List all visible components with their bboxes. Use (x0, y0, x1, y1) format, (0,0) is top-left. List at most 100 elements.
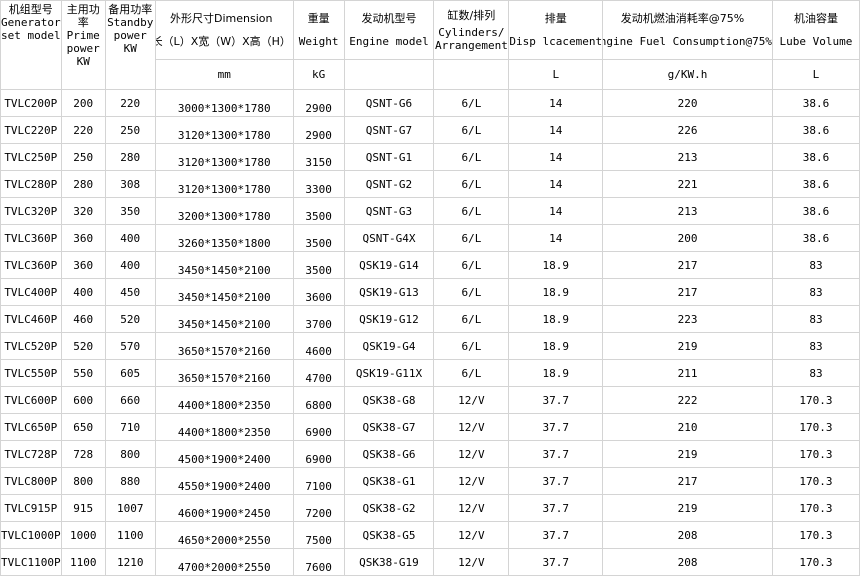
header-lube: 机油容量 Lube Volume (771, 0, 860, 60)
cell-prime: 400 (60, 278, 106, 306)
cell-dimension: 4400*1800*2350 (154, 386, 294, 414)
cell-prime: 320 (60, 197, 106, 225)
cell-prime: 1100 (60, 548, 106, 576)
cell-prime: 915 (60, 494, 106, 522)
cell-displacement: 37.7 (508, 440, 604, 468)
cell-lube: 170.3 (771, 413, 860, 441)
cell-standby: 1100 (104, 521, 156, 549)
cell-engine: QSK19-G13 (343, 278, 435, 306)
cell-lube: 170.3 (771, 521, 860, 549)
header-row: 机组型号 Generator set model 主用功率 Prime powe… (0, 0, 860, 90)
cell-displacement: 37.7 (508, 386, 604, 414)
cell-engine: QSNT-G7 (343, 116, 435, 144)
header-dimension-title: 外形尺寸Dimension (170, 12, 273, 25)
table-row: TVLC360P 360 400 3450*1450*2100 3500 QSK19-G1… (0, 251, 860, 279)
cell-model: TVLC915P (0, 494, 62, 522)
header-model-cn: 机组型号 (8, 3, 53, 16)
cell-lube: 170.3 (771, 440, 860, 468)
cell-cylinders: 6/L (433, 197, 510, 225)
cell-fuel: 222 (602, 386, 773, 414)
cell-weight: 3300 (292, 170, 345, 198)
cell-cylinders: 6/L (433, 251, 510, 279)
cell-dimension: 4700*2000*2550 (154, 548, 294, 576)
table-row: TVLC460P 460 520 3450*1450*2100 3700 QSK19-G1… (0, 305, 860, 333)
cell-standby: 570 (104, 332, 156, 360)
table-row: TVLC400P 400 450 3450*1450*2100 3600 QSK19-G1… (0, 278, 860, 306)
cell-displacement: 14 (508, 224, 604, 252)
cell-displacement: 14 (508, 116, 604, 144)
cell-prime: 550 (60, 359, 106, 387)
cell-fuel: 211 (602, 359, 773, 387)
unit-dimension: mm (154, 59, 294, 90)
cell-weight: 7100 (292, 467, 345, 495)
cell-fuel: 226 (602, 116, 773, 144)
cell-weight: 3600 (292, 278, 345, 306)
cell-prime: 520 (60, 332, 106, 360)
header-dimension-sub: 长（L）X宽（W）X高（H） (155, 35, 291, 48)
cell-displacement: 14 (508, 170, 604, 198)
cell-cylinders: 6/L (433, 116, 510, 144)
cell-lube: 38.6 (771, 89, 860, 117)
cell-model: TVLC360P (0, 251, 62, 279)
cell-dimension: 3650*1570*2160 (154, 359, 294, 387)
cell-engine: QSNT-G4X (343, 224, 435, 252)
cell-standby: 605 (104, 359, 156, 387)
cell-prime: 460 (60, 305, 106, 333)
table-row: TVLC320P 320 350 3200*1300*1780 3500 QSNT-G3 6… (0, 197, 860, 225)
cell-lube: 83 (771, 251, 860, 279)
cell-displacement: 14 (508, 143, 604, 171)
cell-fuel: 223 (602, 305, 773, 333)
cell-displacement: 14 (508, 197, 604, 225)
header-standby-unit: KW (123, 42, 137, 55)
cell-weight: 3700 (292, 305, 345, 333)
cell-standby: 1007 (104, 494, 156, 522)
cell-lube: 170.3 (771, 548, 860, 576)
unit-weight: kG (292, 59, 345, 90)
cell-standby: 308 (104, 170, 156, 198)
cell-dimension: 4550*1900*2400 (154, 467, 294, 495)
cell-lube: 170.3 (771, 467, 860, 495)
cell-cylinders: 12/V (433, 413, 510, 441)
header-fuel-cn: 发动机燃油消耗率@75% (620, 12, 745, 25)
cell-lube: 83 (771, 278, 860, 306)
cell-cylinders: 6/L (433, 170, 510, 198)
cell-standby: 880 (104, 467, 156, 495)
cell-prime: 800 (60, 467, 106, 495)
cell-fuel: 219 (602, 440, 773, 468)
header-model-en: Generator set model (1, 16, 61, 42)
cell-dimension: 3450*1450*2100 (154, 305, 294, 333)
cell-displacement: 18.9 (508, 332, 604, 360)
cell-cylinders: 6/L (433, 89, 510, 117)
cell-lube: 83 (771, 359, 860, 387)
cell-weight: 6900 (292, 413, 345, 441)
cell-cylinders: 6/L (433, 224, 510, 252)
header-prime-cn: 主用功率 (66, 3, 100, 29)
unit-cylinders (433, 59, 510, 90)
table-row: TVLC250P 250 280 3120*1300*1780 3150 QSNT-G1 6… (0, 143, 860, 171)
cell-displacement: 18.9 (508, 278, 604, 306)
unit-engine (343, 59, 435, 90)
cell-engine: QSK38-G6 (343, 440, 435, 468)
table-row: TVLC728P 728 800 4500*1900*2400 6900 QSK38-G6… (0, 440, 860, 468)
cell-model: TVLC320P (0, 197, 62, 225)
cell-engine: QSNT-G3 (343, 197, 435, 225)
table-row: TVLC600P 600 660 4400*1800*2350 6800 QSK38-G8… (0, 386, 860, 414)
cell-displacement: 18.9 (508, 305, 604, 333)
cell-cylinders: 12/V (433, 548, 510, 576)
cell-standby: 280 (104, 143, 156, 171)
cell-weight: 3500 (292, 197, 345, 225)
cell-model: TVLC800P (0, 467, 62, 495)
header-fuel-en: Engine Fuel Consumption@75% (602, 35, 772, 48)
cell-model: TVLC220P (0, 116, 62, 144)
cell-cylinders: 12/V (433, 467, 510, 495)
header-lube-cn: 机油容量 (793, 12, 838, 25)
cell-model: TVLC400P (0, 278, 62, 306)
header-standby-cn: 备用功率 (108, 3, 153, 16)
cell-engine: QSK38-G2 (343, 494, 435, 522)
cell-dimension: 3450*1450*2100 (154, 251, 294, 279)
cell-prime: 600 (60, 386, 106, 414)
cell-model: TVLC360P (0, 224, 62, 252)
cell-prime: 360 (60, 224, 106, 252)
header-displacement: 排量 Disp lcacement (508, 0, 604, 60)
cell-engine: QSK38-G5 (343, 521, 435, 549)
